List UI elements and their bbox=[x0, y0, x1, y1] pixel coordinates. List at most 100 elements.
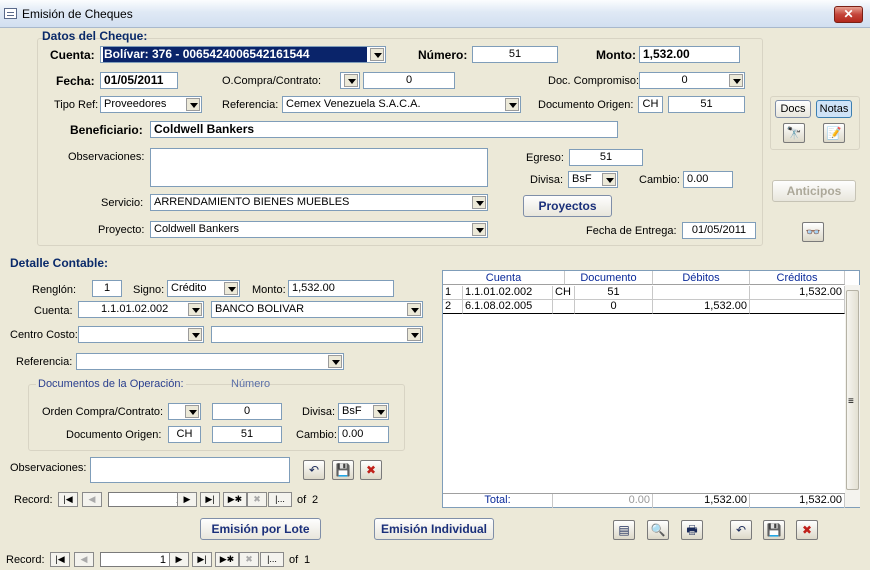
divisa-combo[interactable]: BsF bbox=[568, 171, 618, 188]
numero-label: Número: bbox=[418, 48, 468, 62]
observaciones-label: Observaciones: bbox=[68, 151, 145, 163]
centro-costo-nombre-combo[interactable] bbox=[211, 326, 423, 343]
doc-origen-tipo-field[interactable]: CH bbox=[638, 96, 663, 113]
chevron-down-icon[interactable] bbox=[472, 196, 486, 209]
detalle-doc-origen-tipo[interactable]: CH bbox=[168, 426, 201, 443]
numero-header: Número bbox=[231, 378, 271, 390]
search-document-icon[interactable]: 🔍 bbox=[647, 520, 669, 540]
prev-record-button[interactable]: ◀ bbox=[74, 552, 94, 567]
grid-header-debitos[interactable]: Débitos bbox=[653, 271, 750, 285]
detalle-monto-field[interactable]: 1,532.00 bbox=[288, 280, 394, 297]
observaciones-field[interactable] bbox=[150, 148, 488, 187]
numero-field[interactable]: 51 bbox=[472, 46, 558, 63]
egreso-label: Egreso: bbox=[526, 152, 564, 164]
emision-individual-button[interactable]: Emisión Individual bbox=[374, 518, 494, 540]
servicio-combo[interactable]: ARRENDAMIENTO BIENES MUEBLES bbox=[150, 194, 488, 211]
detalle-cuenta-nombre-combo[interactable]: BANCO BOLIVAR bbox=[211, 301, 423, 318]
binoculars-icon[interactable]: 🔭 bbox=[783, 123, 805, 143]
orden-compra-combo[interactable] bbox=[168, 403, 201, 420]
grid-header-creditos[interactable]: Créditos bbox=[750, 271, 845, 285]
close-button[interactable]: ✕ bbox=[834, 6, 863, 23]
grid-header-cuenta[interactable]: Cuenta bbox=[443, 271, 565, 285]
ocompra-field[interactable]: 0 bbox=[363, 72, 455, 89]
chevron-down-icon[interactable] bbox=[729, 74, 743, 87]
centro-costo-combo[interactable] bbox=[78, 326, 204, 343]
chevron-down-icon[interactable] bbox=[505, 98, 519, 111]
cuenta-combo[interactable]: Bolívar: 376 - 0065424006542161544 bbox=[100, 46, 386, 63]
delete-record-button[interactable]: ✖ bbox=[247, 492, 267, 507]
prev-record-button[interactable]: ◀ bbox=[82, 492, 102, 507]
new-record-button[interactable]: ▶✱ bbox=[223, 492, 247, 507]
beneficiario-field[interactable]: Coldwell Bankers bbox=[150, 121, 618, 138]
detalle-cambio-field[interactable]: 0.00 bbox=[338, 426, 389, 443]
proyectos-button[interactable]: Proyectos bbox=[523, 195, 612, 217]
detalle-observaciones-field[interactable] bbox=[90, 457, 290, 483]
undo-icon[interactable]: ↶ bbox=[303, 460, 325, 480]
docs-button[interactable]: Docs bbox=[775, 100, 811, 118]
chevron-down-icon[interactable] bbox=[188, 303, 202, 316]
save-icon[interactable]: 💾 bbox=[332, 460, 354, 480]
new-record-button[interactable]: ▶✱ bbox=[215, 552, 239, 567]
form-view-icon[interactable]: ▤ bbox=[613, 520, 635, 540]
fecha-entrega-field[interactable]: 01/05/2011 bbox=[682, 222, 756, 239]
monto-field[interactable]: 1,532.00 bbox=[639, 46, 740, 63]
chevron-down-icon[interactable] bbox=[407, 328, 421, 341]
chevron-down-icon[interactable] bbox=[185, 405, 199, 418]
tipo-ref-combo[interactable]: Proveedores bbox=[100, 96, 202, 113]
grid-vertical-scrollbar[interactable]: ≡ bbox=[845, 285, 860, 507]
chevron-down-icon[interactable] bbox=[344, 74, 358, 87]
record-current-field[interactable]: 1 bbox=[100, 552, 170, 567]
last-record-button[interactable]: ▶| bbox=[192, 552, 212, 567]
chevron-down-icon[interactable] bbox=[188, 328, 202, 341]
row-documento: 51 bbox=[575, 286, 653, 300]
detalle-referencia-combo[interactable] bbox=[76, 353, 344, 370]
detalle-grid[interactable]: Cuenta Documento Débitos Créditos 1 1.1.… bbox=[442, 270, 860, 508]
chevron-down-icon[interactable] bbox=[328, 355, 342, 368]
renglon-field[interactable]: 1 bbox=[92, 280, 122, 297]
detalle-divisa-combo[interactable]: BsF bbox=[338, 403, 389, 420]
doc-origen-num-field[interactable]: 51 bbox=[668, 96, 745, 113]
anticipos-button[interactable]: Anticipos bbox=[772, 180, 856, 202]
record-total: 2 bbox=[312, 494, 319, 506]
record-current-field[interactable]: 1 bbox=[108, 492, 186, 507]
notas-button[interactable]: Notas bbox=[816, 100, 852, 118]
chevron-down-icon[interactable] bbox=[186, 98, 200, 111]
chevron-down-icon[interactable] bbox=[472, 223, 486, 236]
total-documento: 0.00 bbox=[553, 494, 653, 508]
print-icon[interactable]: 🖶 bbox=[681, 520, 703, 540]
chevron-down-icon[interactable] bbox=[602, 173, 616, 186]
next-record-button[interactable]: ▶ bbox=[177, 492, 197, 507]
row-doc-tipo bbox=[553, 300, 575, 314]
ocompra-combo[interactable] bbox=[340, 72, 360, 89]
detalle-doc-origen-num[interactable]: 51 bbox=[212, 426, 282, 443]
more-records-button[interactable]: |... bbox=[268, 492, 292, 507]
notepad-icon[interactable]: 📝 bbox=[823, 123, 845, 143]
first-record-button[interactable]: |◀ bbox=[58, 492, 78, 507]
emision-lote-button[interactable]: Emisión por Lote bbox=[200, 518, 321, 540]
bottom-undo-icon[interactable]: ↶ bbox=[730, 520, 752, 540]
orden-compra-field[interactable]: 0 bbox=[212, 403, 282, 420]
signo-combo[interactable]: Crédito bbox=[167, 280, 240, 297]
proyecto-combo[interactable]: Coldwell Bankers bbox=[150, 221, 488, 238]
doc-compromiso-combo[interactable]: 0 bbox=[639, 72, 745, 89]
last-record-button[interactable]: ▶| bbox=[200, 492, 220, 507]
grid-header-documento[interactable]: Documento bbox=[565, 271, 653, 285]
first-record-button[interactable]: |◀ bbox=[50, 552, 70, 567]
cambio-field[interactable]: 0.00 bbox=[683, 171, 733, 188]
bottom-delete-icon[interactable]: ✖ bbox=[796, 520, 818, 540]
chevron-down-icon[interactable] bbox=[370, 48, 384, 61]
delete-icon[interactable]: ✖ bbox=[360, 460, 382, 480]
delete-record-button[interactable]: ✖ bbox=[239, 552, 259, 567]
referencia-combo[interactable]: Cemex Venezuela S.A.C.A. bbox=[282, 96, 521, 113]
glasses-icon[interactable]: 👓 bbox=[802, 222, 824, 242]
chevron-down-icon[interactable] bbox=[373, 405, 387, 418]
scrollbar-thumb[interactable] bbox=[846, 290, 859, 490]
egreso-field[interactable]: 51 bbox=[569, 149, 643, 166]
bottom-save-icon[interactable]: 💾 bbox=[763, 520, 785, 540]
more-records-button[interactable]: |... bbox=[260, 552, 284, 567]
chevron-down-icon[interactable] bbox=[407, 303, 421, 316]
detalle-cuenta-combo[interactable]: 1.1.01.02.002 bbox=[78, 301, 204, 318]
next-record-button[interactable]: ▶ bbox=[169, 552, 189, 567]
chevron-down-icon[interactable] bbox=[224, 282, 238, 295]
fecha-field[interactable]: 01/05/2011 bbox=[100, 72, 178, 89]
